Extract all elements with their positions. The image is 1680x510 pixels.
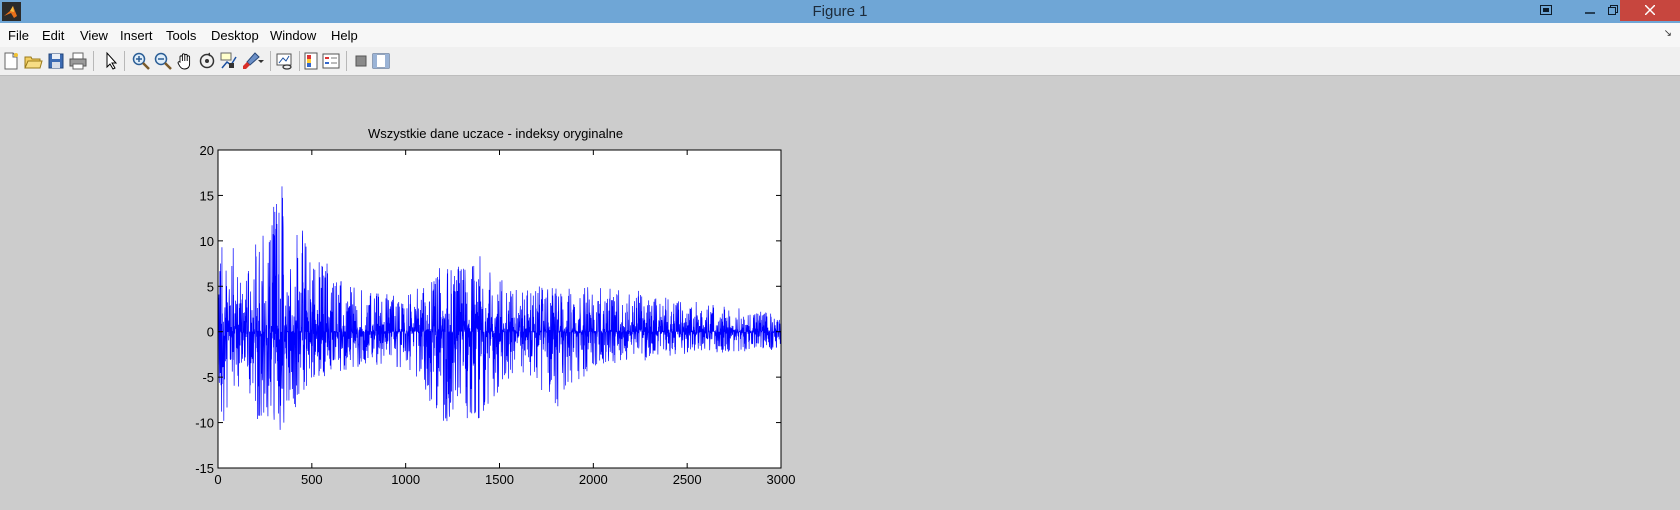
menu-help[interactable]: Help: [331, 28, 358, 43]
y-tick-label: 10: [200, 234, 214, 249]
toolbar: [0, 47, 1680, 76]
data-cursor-button[interactable]: [219, 51, 239, 71]
link-plot-icon: [276, 53, 292, 70]
hide-plot-tools-button[interactable]: [351, 51, 371, 71]
pan-button[interactable]: [175, 51, 195, 71]
y-tick-label: 15: [200, 188, 214, 203]
new-figure-button[interactable]: [1, 51, 21, 71]
insert-colorbar-icon: [304, 52, 318, 70]
x-tick-label: 1000: [391, 472, 420, 487]
show-plot-tools-icon: [372, 53, 390, 69]
toolbar-separator: [299, 51, 300, 71]
dock-icon: [1540, 5, 1552, 15]
toolbar-separator: [93, 51, 94, 71]
title-bar: Figure 1: [0, 0, 1680, 23]
save-button[interactable]: [46, 51, 66, 71]
new-figure-icon: [4, 52, 18, 70]
pan-hand-icon: [177, 53, 191, 70]
menu-bar: File Edit View Insert Tools Desktop Wind…: [0, 23, 1680, 47]
undock-arrow-icon[interactable]: ↘: [1664, 28, 1672, 39]
insert-legend-button[interactable]: [321, 51, 341, 71]
restore-button[interactable]: [1605, 0, 1620, 21]
print-icon: [69, 52, 87, 70]
y-tick-label: -15: [195, 461, 214, 476]
x-tick-label: 2500: [673, 472, 702, 487]
menu-tools[interactable]: Tools: [166, 28, 196, 43]
zoom-out-button[interactable]: [153, 51, 173, 71]
y-tick-label: 0: [207, 325, 214, 340]
brush-dropdown-button[interactable]: [257, 51, 265, 71]
y-tick-label: -10: [195, 416, 214, 431]
close-icon: [1644, 4, 1656, 16]
y-tick-label: 5: [207, 279, 214, 294]
zoom-in-button[interactable]: [131, 51, 151, 71]
figure-canvas: Wszystkie dane uczace - indeksy oryginal…: [0, 76, 1680, 510]
zoom-in-icon: [132, 52, 150, 70]
edit-plot-arrow-icon: [106, 51, 118, 70]
x-tick-label: 0: [214, 472, 221, 487]
rotate-3d-button[interactable]: [197, 51, 217, 71]
insert-legend-icon: [322, 53, 340, 69]
print-button[interactable]: [68, 51, 88, 71]
menu-view[interactable]: View: [80, 28, 108, 43]
y-tick-label: 20: [200, 143, 214, 158]
save-icon: [48, 53, 64, 69]
x-tick-label: 2000: [579, 472, 608, 487]
link-plot-button[interactable]: [275, 51, 295, 71]
rotate-3d-icon: [199, 52, 215, 69]
menu-desktop[interactable]: Desktop: [211, 28, 259, 43]
hide-plot-tools-icon: [355, 55, 367, 67]
menu-window[interactable]: Window: [270, 28, 316, 43]
restore-icon: [1607, 5, 1618, 15]
x-tick-label: 500: [301, 472, 323, 487]
open-file-button[interactable]: [23, 51, 43, 71]
x-tick-label: 1500: [485, 472, 514, 487]
toolbar-separator: [346, 51, 347, 71]
close-button[interactable]: [1620, 0, 1680, 21]
show-plot-tools-button[interactable]: [371, 51, 391, 71]
minimize-icon: [1585, 12, 1595, 14]
window-title: Figure 1: [812, 3, 868, 20]
dock-button[interactable]: [1533, 0, 1559, 21]
menu-file[interactable]: File: [8, 28, 29, 43]
menu-edit[interactable]: Edit: [42, 28, 64, 43]
open-file-icon: [24, 56, 43, 69]
data-cursor-icon: [220, 52, 237, 69]
minimize-button[interactable]: [1575, 0, 1605, 21]
edit-plot-button[interactable]: [101, 51, 121, 71]
toolbar-separator: [124, 51, 125, 71]
menu-insert[interactable]: Insert: [120, 28, 153, 43]
line-chart[interactable]: 0 500 1000 1500 2000 2500 3000 20 15 10 5 0 -5 -10 -15: [0, 76, 1680, 510]
zoom-out-icon: [154, 52, 172, 70]
x-tick-label: 3000: [767, 472, 796, 487]
y-tick-label: -5: [202, 370, 214, 385]
chevron-down-icon: [258, 60, 264, 63]
toolbar-separator: [270, 51, 271, 71]
insert-colorbar-button[interactable]: [301, 51, 321, 71]
